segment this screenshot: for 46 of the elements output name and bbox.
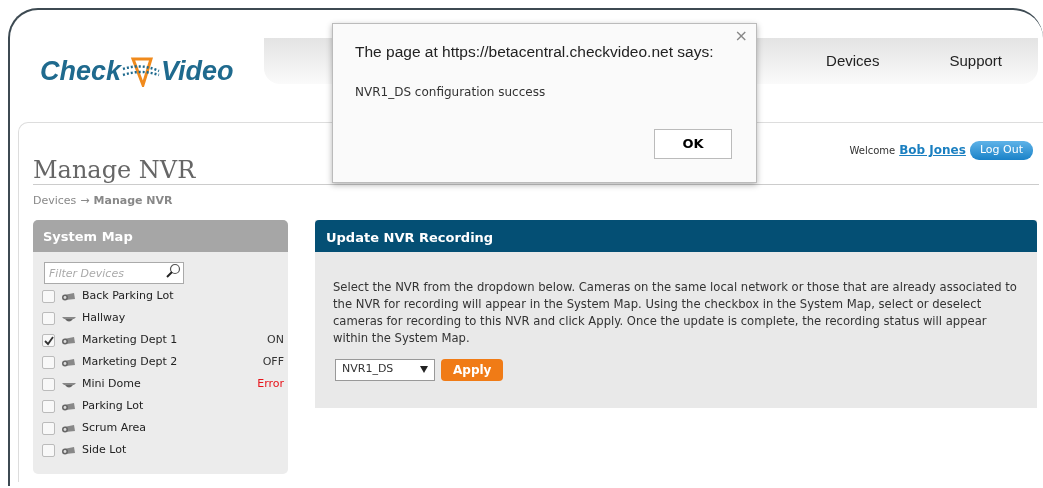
panel-title: System Map [33, 219, 288, 252]
panel-title: Update NVR Recording [315, 219, 1037, 252]
logo-text: Check [40, 54, 122, 88]
checkbox[interactable] [42, 400, 55, 413]
device-name[interactable]: Parking Lot [82, 398, 144, 415]
checkbox[interactable] [42, 290, 55, 303]
logo-text: Video [161, 54, 234, 88]
camera-icon [61, 445, 77, 456]
nvr-dropdown[interactable]: NVR1_DS [335, 358, 435, 381]
dialog-title: The page at https://betacentral.checkvideo.net says: [355, 42, 715, 62]
nav-link[interactable]: Support [949, 49, 1002, 73]
page-title: Manage NVR [33, 158, 196, 184]
caret-icon [420, 366, 428, 373]
logo-icon [121, 55, 162, 87]
device-name[interactable]: Hallway [82, 310, 126, 327]
device-name[interactable]: Marketing Dept 1 [82, 332, 178, 349]
filter-field[interactable]: Filter Devices [44, 262, 184, 284]
device-name[interactable]: Mini Dome [82, 376, 141, 393]
recording-status: ON [267, 332, 284, 349]
breadcrumb-current: Manage NVR [93, 193, 173, 209]
device-name[interactable]: Side Lot [82, 442, 127, 459]
checkbox[interactable] [42, 378, 55, 391]
camera-icon [61, 335, 77, 346]
camera-icon [61, 357, 77, 368]
breadcrumb-link[interactable]: Devices [33, 193, 77, 210]
device-name[interactable]: Marketing Dept 2 [82, 354, 178, 371]
checkbox[interactable] [42, 334, 55, 347]
user-link[interactable]: Bob Jones [899, 141, 966, 160]
device-name[interactable]: Back Parking Lot [82, 288, 174, 305]
breadcrumb-separator: → [80, 193, 90, 209]
device-name[interactable]: Scrum Area [82, 420, 147, 437]
instructions-text: Select the NVR from the dropdown below. Cameras on the same local network or those that are already associated to the NVR for recording will appear in the System Map. Using the checkbox in the System Map, select or deselect cameras for recording to this NVR and click Apply. Once the update is complete, the recording status will appear within the System Map. [333, 278, 1018, 347]
checkbox[interactable] [42, 422, 55, 435]
checkbox[interactable] [42, 356, 55, 369]
checkbox[interactable] [42, 312, 55, 325]
camera-icon [61, 401, 77, 412]
nav-link[interactable]: Devices [826, 49, 880, 73]
recording-status: OFF [262, 354, 284, 371]
dialog-message: NVR1_DS configuration success [355, 84, 547, 102]
camera-icon [61, 291, 77, 302]
search-icon [165, 262, 181, 279]
ok-button[interactable]: OK [654, 129, 732, 159]
recording-status: Error [257, 376, 284, 393]
camera-icon [61, 423, 77, 434]
checkbox[interactable] [42, 444, 55, 457]
welcome-text: Welcome [849, 143, 896, 158]
